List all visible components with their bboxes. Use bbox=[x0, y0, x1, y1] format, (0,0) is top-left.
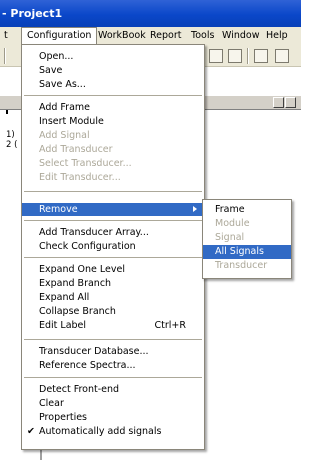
menu-item-expand-all[interactable]: Expand All bbox=[22, 291, 204, 304]
menu-item-edit-transducer[interactable]: Edit Transducer... bbox=[22, 171, 204, 184]
menu-separator bbox=[24, 220, 202, 221]
paste-icon[interactable] bbox=[209, 49, 223, 63]
menu-separator bbox=[24, 191, 202, 192]
menu-item-insert-module[interactable]: Insert Module bbox=[22, 115, 204, 128]
submenu-item-frame[interactable]: Frame bbox=[203, 203, 291, 217]
menu-item-select-transducer[interactable]: Select Transducer... bbox=[22, 157, 204, 170]
clipboard-icon[interactable] bbox=[228, 49, 242, 63]
toolbar-separator bbox=[4, 48, 6, 64]
submenu-item-transducer[interactable]: Transducer bbox=[203, 259, 291, 273]
menu-bar: t Configuration WorkBook Report Tools Wi… bbox=[0, 27, 301, 45]
menu-item-expand-one-level[interactable]: Expand One Level bbox=[22, 263, 204, 276]
menu-item-automatically-add-signals-label: Automatically add signals bbox=[39, 426, 162, 437]
menu-configuration[interactable]: Configuration bbox=[21, 27, 98, 45]
menu-separator bbox=[24, 95, 202, 96]
menu-item-add-transducer-array[interactable]: Add Transducer Array... bbox=[22, 226, 204, 239]
menu-item-remove[interactable]: Remove bbox=[22, 203, 204, 216]
submenu-item-module[interactable]: Module bbox=[203, 217, 291, 231]
menu-workbook[interactable]: WorkBook bbox=[98, 27, 146, 45]
menu-item-expand-branch[interactable]: Expand Branch bbox=[22, 277, 204, 290]
menu-tools-partial[interactable]: t bbox=[4, 27, 8, 45]
menu-item-add-frame[interactable]: Add Frame bbox=[22, 101, 204, 114]
document-icon[interactable] bbox=[254, 49, 268, 63]
menu-item-save-as[interactable]: Save As... bbox=[22, 78, 204, 91]
configuration-menu: Open... Save Save As... Add Frame Insert… bbox=[21, 44, 205, 450]
menu-item-automatically-add-signals[interactable]: ✔ Automatically add signals bbox=[22, 425, 204, 438]
menu-help[interactable]: Help bbox=[266, 27, 288, 45]
menu-report[interactable]: Report bbox=[150, 27, 182, 45]
window-title: - Project1 bbox=[2, 7, 63, 20]
menu-item-clear[interactable]: Clear bbox=[22, 397, 204, 410]
toolbar-separator bbox=[247, 48, 249, 64]
window-edge bbox=[6, 110, 8, 114]
minimize-icon[interactable] bbox=[273, 97, 284, 108]
menu-item-edit-label[interactable]: Edit Label Ctrl+R bbox=[22, 319, 204, 332]
menu-item-edit-label-text: Edit Label bbox=[39, 320, 87, 331]
tree-row-2[interactable]: 2 ( bbox=[6, 140, 17, 150]
checkmark-icon: ✔ bbox=[27, 426, 35, 437]
restore-icon[interactable] bbox=[285, 97, 296, 108]
menu-item-transducer-database[interactable]: Transducer Database... bbox=[22, 345, 204, 358]
menu-item-check-configuration[interactable]: Check Configuration bbox=[22, 240, 204, 253]
submenu-item-signal[interactable]: Signal bbox=[203, 231, 291, 245]
menu-separator bbox=[24, 257, 202, 258]
menu-item-detect-front-end[interactable]: Detect Front-end bbox=[22, 383, 204, 396]
tree-row-1[interactable]: 1) bbox=[6, 130, 15, 140]
menu-item-remove-label: Remove bbox=[39, 204, 78, 215]
menu-item-open[interactable]: Open... bbox=[22, 50, 204, 63]
grid-icon[interactable] bbox=[275, 49, 289, 63]
menu-separator bbox=[24, 339, 202, 340]
menu-item-save[interactable]: Save bbox=[22, 64, 204, 77]
menu-window[interactable]: Window bbox=[222, 27, 259, 45]
menu-tools[interactable]: Tools bbox=[191, 27, 214, 45]
menu-item-add-transducer[interactable]: Add Transducer bbox=[22, 143, 204, 156]
menu-item-add-signal[interactable]: Add Signal bbox=[22, 129, 204, 142]
submenu-arrow-icon bbox=[193, 206, 197, 212]
menu-separator bbox=[24, 377, 202, 378]
shortcut-text: Ctrl+R bbox=[154, 320, 186, 331]
menu-item-reference-spectra[interactable]: Reference Spectra... bbox=[22, 359, 204, 372]
submenu-item-all-signals[interactable]: All Signals bbox=[203, 245, 291, 259]
menu-item-properties[interactable]: Properties bbox=[22, 411, 204, 424]
remove-submenu: Frame Module Signal All Signals Transduc… bbox=[202, 199, 292, 279]
menu-item-collapse-branch[interactable]: Collapse Branch bbox=[22, 305, 204, 318]
window-title-bar: - Project1 bbox=[0, 0, 301, 27]
